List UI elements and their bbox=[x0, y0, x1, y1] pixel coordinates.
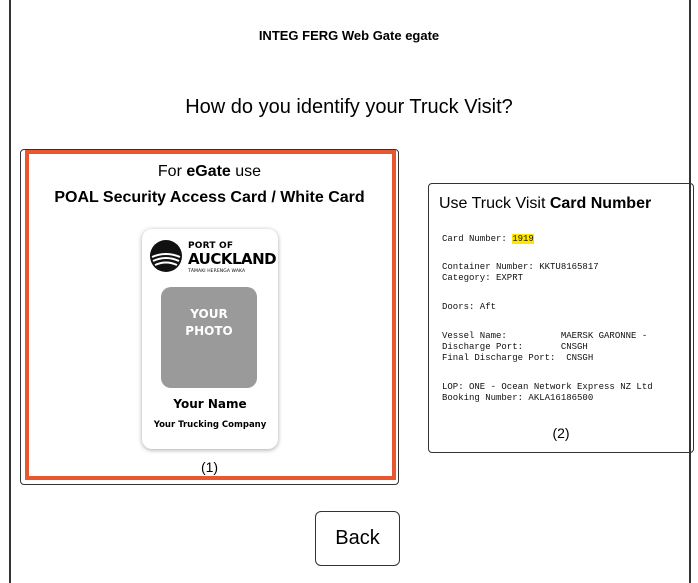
ticket-container: Container Number: KKTU8165817 bbox=[442, 262, 599, 272]
port-logo-icon bbox=[150, 240, 182, 272]
ticket-vessel: Vessel Name: MAERSK GARONNE - bbox=[442, 331, 648, 341]
card-number-highlight: 1919 bbox=[512, 234, 534, 244]
badge-company: Your Trucking Company bbox=[153, 420, 267, 430]
option-security-card[interactable]: For eGate use POAL Security Access Card … bbox=[20, 149, 399, 485]
ticket-lop: LOP: ONE - Ocean Network Express NZ Ltd bbox=[442, 382, 653, 392]
photo-placeholder: YOUR PHOTO bbox=[161, 287, 257, 388]
badge-name: Your Name bbox=[173, 397, 247, 411]
ticket-booking: Booking Number: AKLA16186500 bbox=[442, 393, 594, 403]
option-1-subtitle: POAL Security Access Card / White Card bbox=[54, 189, 365, 206]
option-1-index: (1) bbox=[200, 459, 219, 475]
option-1-title: For eGate use bbox=[157, 163, 262, 180]
ticket-doors: Doors: Aft bbox=[442, 302, 497, 312]
option-card-number[interactable]: Use Truck Visit Card Number Card Number:… bbox=[428, 183, 694, 453]
logo-text-auckland: AUCKLAND bbox=[188, 250, 277, 268]
truck-visit-ticket-image: Card Number: 1919 Container Number: KKTU… bbox=[442, 234, 653, 403]
page-question: How do you identify your Truck Visit? bbox=[185, 96, 513, 118]
app-title: INTEG FERG Web Gate egate bbox=[258, 28, 440, 43]
security-card-image: PORT OF AUCKLAND TĀMAKI HERENGA WAKA YOU… bbox=[142, 229, 278, 449]
logo-text-maori: TĀMAKI HERENGA WAKA bbox=[188, 269, 246, 274]
ticket-discharge: Discharge Port: CNSGH bbox=[442, 342, 588, 352]
option-2-title: Use Truck Visit Card Number bbox=[439, 195, 652, 212]
ticket-category: Category: EXPRT bbox=[442, 273, 524, 283]
back-button[interactable]: Back bbox=[315, 511, 400, 566]
ticket-card-number-row: Card Number: 1919 bbox=[442, 234, 534, 244]
ticket-final-discharge: Final Discharge Port: CNSGH bbox=[442, 353, 594, 363]
option-2-index: (2) bbox=[552, 425, 570, 441]
